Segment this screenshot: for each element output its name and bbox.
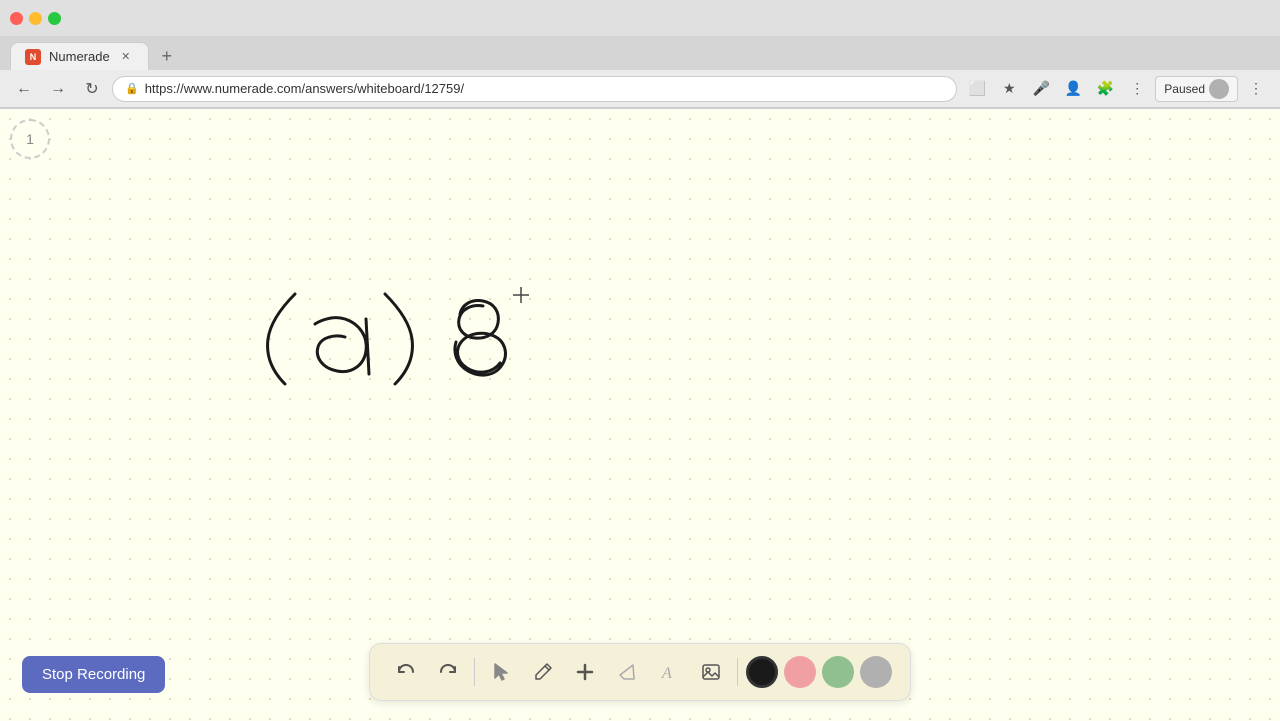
cursor-crosshair bbox=[513, 287, 529, 303]
window-maximize-button[interactable] bbox=[48, 12, 61, 25]
svg-text:A: A bbox=[661, 665, 672, 682]
undo-button[interactable] bbox=[388, 654, 424, 690]
page-number: 1 bbox=[26, 131, 34, 147]
tab-title: Numerade bbox=[49, 49, 110, 64]
color-green-button[interactable] bbox=[822, 656, 854, 688]
tab-bar: N Numerade ✕ + bbox=[0, 36, 1280, 70]
address-bar[interactable]: 🔒 https://www.numerade.com/answers/white… bbox=[112, 76, 957, 102]
redo-button[interactable] bbox=[430, 654, 466, 690]
nav-right: ⬜ ★ 🎤 👤 🧩 ⋮ Paused ⋮ bbox=[963, 75, 1270, 103]
whiteboard-canvas[interactable]: 1 Stop Recording bbox=[0, 109, 1280, 721]
mic-icon[interactable]: 🎤 bbox=[1027, 75, 1055, 103]
new-tab-button[interactable]: + bbox=[153, 42, 181, 70]
lock-icon: 🔒 bbox=[125, 82, 139, 95]
select-tool-button[interactable] bbox=[483, 654, 519, 690]
nav-bar: ← → ↻ 🔒 https://www.numerade.com/answers… bbox=[0, 70, 1280, 108]
handwriting-content bbox=[0, 109, 1280, 721]
bottom-toolbar: A bbox=[369, 643, 911, 701]
refresh-button[interactable]: ↻ bbox=[78, 75, 106, 103]
tab-favicon: N bbox=[25, 49, 41, 65]
image-tool-button[interactable] bbox=[693, 654, 729, 690]
active-tab[interactable]: N Numerade ✕ bbox=[10, 42, 149, 70]
paused-label: Paused bbox=[1164, 82, 1205, 96]
page-indicator: 1 bbox=[10, 119, 50, 159]
title-bar bbox=[0, 0, 1280, 36]
paused-badge[interactable]: Paused bbox=[1155, 76, 1238, 102]
user-avatar bbox=[1209, 79, 1229, 99]
cast-icon[interactable]: ⬜ bbox=[963, 75, 991, 103]
stop-recording-button[interactable]: Stop Recording bbox=[22, 656, 165, 693]
window-minimize-button[interactable] bbox=[29, 12, 42, 25]
forward-button[interactable]: → bbox=[44, 75, 72, 103]
url-text: https://www.numerade.com/answers/whitebo… bbox=[145, 81, 464, 96]
browser-chrome: N Numerade ✕ + ← → ↻ 🔒 https://www.numer… bbox=[0, 0, 1280, 109]
tab-close-button[interactable]: ✕ bbox=[118, 49, 134, 65]
add-shape-button[interactable] bbox=[567, 654, 603, 690]
window-close-button[interactable] bbox=[10, 12, 23, 25]
color-black-button[interactable] bbox=[746, 656, 778, 688]
window-controls bbox=[10, 12, 61, 25]
toolbar-divider-1 bbox=[474, 658, 475, 686]
toolbar-divider-2 bbox=[737, 658, 738, 686]
text-tool-button[interactable]: A bbox=[651, 654, 687, 690]
pen-tool-button[interactable] bbox=[525, 654, 561, 690]
back-button[interactable]: ← bbox=[10, 75, 38, 103]
color-pink-button[interactable] bbox=[784, 656, 816, 688]
settings-icon[interactable]: ⋮ bbox=[1123, 75, 1151, 103]
color-gray-button[interactable] bbox=[860, 656, 892, 688]
bookmark-icon[interactable]: ★ bbox=[995, 75, 1023, 103]
more-options-button[interactable]: ⋮ bbox=[1242, 75, 1270, 103]
toolbar-container: A bbox=[369, 643, 911, 701]
extension-icon[interactable]: 🧩 bbox=[1091, 75, 1119, 103]
profile-icon[interactable]: 👤 bbox=[1059, 75, 1087, 103]
eraser-tool-button[interactable] bbox=[609, 654, 645, 690]
